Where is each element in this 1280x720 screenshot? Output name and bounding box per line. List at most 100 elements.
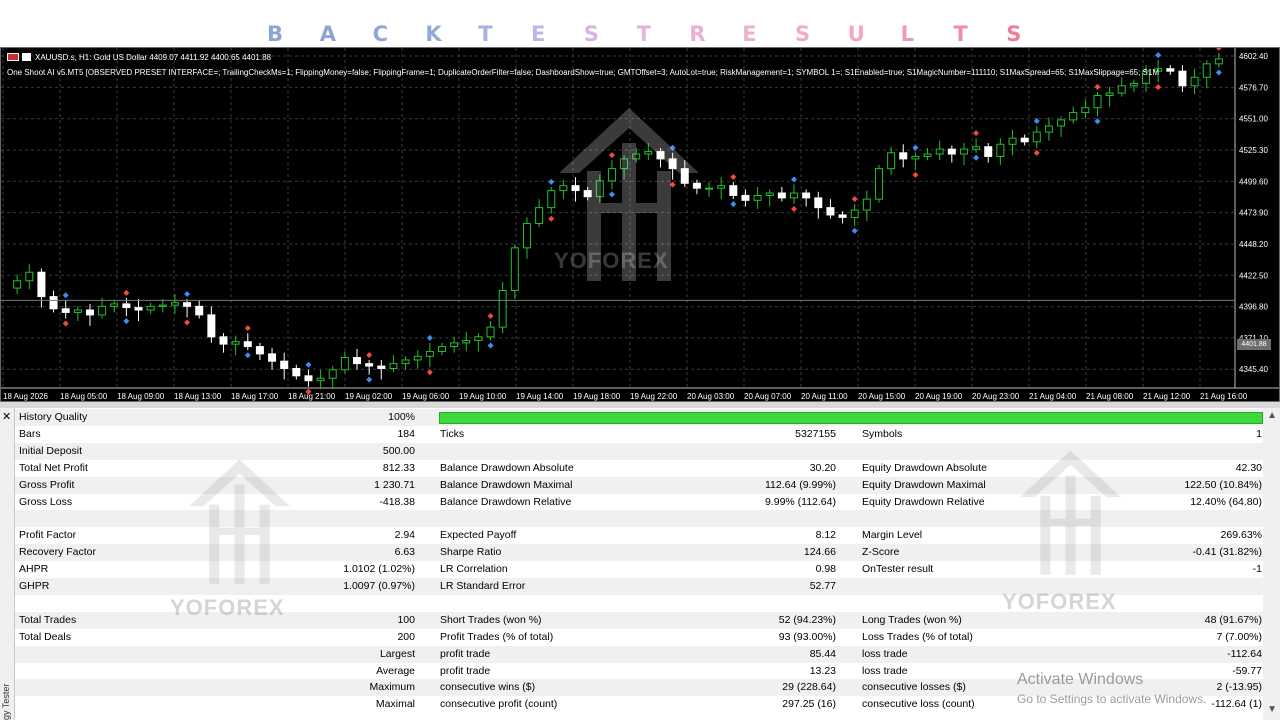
- activate-subtitle: Go to Settings to activate Windows.: [1017, 692, 1207, 706]
- candle-body: [98, 305, 107, 316]
- time-tick-label: 21 Aug 12:00: [1143, 392, 1191, 401]
- trade-marker-icon: [912, 171, 919, 178]
- history-quality-bar: [439, 412, 1263, 424]
- activate-title: Activate Windows: [1017, 671, 1144, 688]
- trade-marker-icon: [244, 325, 251, 332]
- chart-symbol-line: XAUUSD.s, H1: Gold US Dollar 4409.07 441…: [7, 53, 271, 62]
- candle-body: [389, 363, 398, 370]
- report-scrollbar[interactable]: ▲ ▼: [1263, 408, 1280, 720]
- candle-body: [1032, 131, 1041, 143]
- candle-body: [450, 342, 459, 348]
- symbol-icon: [22, 53, 31, 61]
- metric-value: 8.12: [815, 529, 836, 542]
- time-tick-label: 20 Aug 19:00: [915, 392, 963, 401]
- report-row: History Quality 100%: [15, 409, 1263, 426]
- trade-marker-icon: [244, 352, 251, 359]
- trade-marker-icon: [123, 318, 130, 325]
- strategy-tester-label: gy Tester: [1, 683, 11, 720]
- candle-body: [911, 155, 920, 160]
- price-tick-label: 4448.20: [1239, 240, 1268, 249]
- banner-letter: E: [742, 22, 757, 46]
- price-tick-label: 4525.30: [1239, 146, 1268, 155]
- banner-letter: S: [1006, 22, 1022, 46]
- report-row: Total Deals 200 Profit Trades (% of total)…: [15, 629, 1263, 646]
- candle-body: [838, 214, 847, 218]
- metric-value: 93 (93.00%): [778, 630, 836, 643]
- candle-body: [862, 198, 871, 211]
- time-tick-label: 21 Aug 08:00: [1086, 392, 1134, 401]
- candle-body: [425, 350, 434, 357]
- banner: BACKTESTRESULTS: [0, 0, 1280, 46]
- time-tick-label: 19 Aug 10:00: [459, 392, 507, 401]
- candle-body: [255, 346, 264, 355]
- candle-body: [741, 194, 750, 201]
- banner-letter: T: [478, 22, 493, 46]
- trade-marker-icon: [851, 227, 858, 234]
- candle-body: [146, 305, 155, 311]
- candle-body: [729, 185, 738, 196]
- candle-body: [61, 308, 70, 313]
- candle-body: [765, 192, 774, 196]
- time-tick-label: 19 Aug 06:00: [402, 392, 450, 401]
- candle-body: [887, 152, 896, 170]
- trade-marker-icon: [851, 195, 858, 202]
- candle-body: [25, 271, 34, 282]
- trade-marker-icon: [791, 176, 798, 183]
- close-icon[interactable]: ✕: [2, 410, 11, 423]
- candle-body: [522, 222, 531, 249]
- candle-body: [437, 346, 446, 352]
- trade-marker-icon: [426, 334, 433, 341]
- metric-value: 52 (94.23%): [778, 613, 836, 626]
- scroll-up-icon[interactable]: ▲: [1267, 410, 1277, 421]
- banner-letter: S: [795, 22, 811, 46]
- candle-body: [814, 197, 823, 209]
- time-tick-label: 19 Aug 14:00: [516, 392, 564, 401]
- candle-body: [462, 339, 471, 344]
- time-tick-label: 18 Aug 13:00: [174, 392, 222, 401]
- tester-side-strip: ✕ gy Tester: [0, 408, 15, 720]
- time-tick-label: 20 Aug 15:00: [858, 392, 906, 401]
- price-chart[interactable]: 4602.40 4576.70 4551.00 4525.30 4499.60 4473.…: [0, 47, 1280, 402]
- trade-marker-icon: [730, 201, 737, 208]
- metric-value: 0.98: [815, 563, 836, 576]
- time-tick-label: 20 Aug 03:00: [687, 392, 735, 401]
- trade-marker-icon: [1155, 52, 1162, 59]
- trade-marker-icon: [123, 289, 130, 296]
- time-tick-label: 18 Aug 09:00: [117, 392, 165, 401]
- trade-marker-icon: [366, 351, 373, 358]
- time-tick-label: 20 Aug 07:00: [744, 392, 792, 401]
- metric-value: 1: [1256, 427, 1262, 440]
- candle-body: [85, 309, 94, 316]
- candle-body: [486, 326, 495, 338]
- metric-value: 184: [397, 427, 415, 440]
- scroll-down-icon[interactable]: ▼: [1267, 704, 1277, 715]
- trade-marker-icon: [366, 376, 373, 383]
- price-tick-label: 4473.90: [1239, 209, 1268, 218]
- trade-marker-icon: [487, 342, 494, 349]
- candle-body: [753, 194, 762, 201]
- candle-body: [340, 357, 349, 371]
- candle-body: [1044, 125, 1053, 133]
- metric-value: Largest: [379, 647, 415, 660]
- candle-body: [1069, 112, 1078, 121]
- trade-marker-icon: [730, 174, 737, 181]
- trade-marker-icon: [1155, 84, 1162, 91]
- candle-body: [874, 168, 883, 200]
- trade-marker-icon: [62, 292, 69, 299]
- candle-body: [37, 271, 46, 298]
- candle-body: [984, 146, 993, 157]
- candle-body: [1057, 119, 1066, 127]
- time-tick-label: 18 Aug 05:00: [60, 392, 108, 401]
- ea-parameters-line: One Shoot AI v5.MT5 [OBSERVED PRESET INT…: [7, 68, 1159, 77]
- candle-body: [207, 314, 216, 338]
- report-row: Bars 184 Ticks 5327155 Symbols 1: [15, 426, 1263, 443]
- candle-body: [292, 368, 301, 377]
- time-tick-label: 20 Aug 23:00: [972, 392, 1020, 401]
- candle-body: [1117, 85, 1126, 94]
- metric-value: Average: [376, 664, 415, 677]
- metric-value: 9.99% (112.64): [764, 495, 836, 508]
- candle-body: [377, 365, 386, 370]
- candle-body: [802, 192, 811, 199]
- watermark-logo-icon: [1020, 450, 1121, 575]
- candle-body: [1081, 107, 1090, 114]
